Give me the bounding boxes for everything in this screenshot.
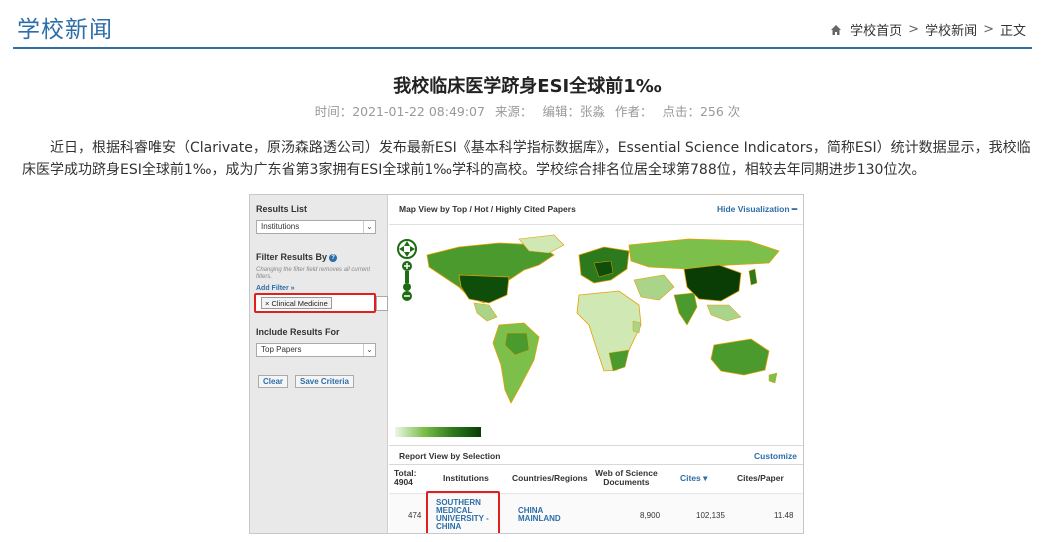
esi-screenshot: Results List Institutions ⌄ Filter Resul… — [249, 194, 804, 534]
meta-clicks: 点击：256 次 — [662, 104, 741, 119]
article-meta: 时间：2021-01-22 08:49:07 来源： 编辑：张淼 作者： 点击：… — [0, 101, 1055, 120]
clear-button[interactable]: Clear — [258, 375, 289, 388]
results-list-select[interactable]: Institutions ⌄ — [256, 220, 376, 234]
report-header: Report View by Selection Customize — [389, 445, 803, 465]
results-list-label: Results List — [256, 204, 308, 214]
home-icon — [831, 24, 842, 35]
filter-label: Filter Results By? — [256, 252, 338, 262]
row-rank: 474 — [408, 511, 422, 520]
filter-tag-clinical-medicine[interactable]: × Clinical Medicine — [261, 297, 332, 309]
customize-link[interactable]: Customize — [754, 451, 797, 461]
meta-editor: 编辑：张淼 — [542, 104, 605, 119]
section-title: 学校新闻 — [17, 17, 113, 43]
save-criteria-button[interactable]: Save Criteria — [295, 375, 354, 388]
col-cites[interactable]: Cites ▾ — [680, 474, 707, 483]
map-title: Map View by Top / Hot / Highly Cited Pap… — [399, 204, 576, 214]
row-cites: 102,135 — [696, 511, 725, 520]
article-body: 近日，根据科睿唯安（Clarivate，原汤森路透公司）发布最新ESI《基本科学… — [22, 140, 1031, 178]
report-title: Report View by Selection — [399, 451, 501, 461]
row-country-link[interactable]: CHINA MAINLAND — [518, 507, 561, 523]
meta-time: 时间：2021-01-22 08:49:07 — [314, 104, 485, 119]
world-map-graphic — [426, 234, 780, 404]
filter-label-text: Filter Results By — [256, 252, 328, 262]
filter-panel: Results List Institutions ⌄ Filter Resul… — [250, 195, 388, 533]
row-docs: 8,900 — [640, 511, 661, 520]
breadcrumb-separator: > — [908, 22, 920, 37]
include-select[interactable]: Top Papers ⌄ — [256, 343, 376, 357]
filter-note: Changing the filter field removes all cu… — [256, 267, 371, 280]
zoom-controls[interactable] — [397, 237, 417, 303]
breadcrumb-home[interactable]: 学校首页 — [850, 20, 902, 39]
col-total: Total: 4904 — [394, 468, 417, 487]
filter-input[interactable] — [376, 296, 388, 311]
breadcrumb: 学校首页 > 学校新闻 > 正文 — [830, 20, 1026, 39]
breadcrumb-separator: > — [983, 22, 994, 37]
col-institutions[interactable]: Institutions — [443, 474, 489, 483]
article-title: 我校临床医学跻身ESI全球前1‰ — [393, 76, 662, 97]
meta-source: 来源： — [494, 104, 533, 119]
page-header: 学校新闻 学校首页 > 学校新闻 > 正文 — [13, 0, 1032, 49]
chevron-down-icon: ⌄ — [363, 344, 375, 356]
meta-author: 作者： — [614, 104, 653, 119]
row-institution-link[interactable]: SOUTHERN MEDICAL UNIVERSITY - CHINA — [436, 499, 489, 531]
row-cites-per-paper: 11.48 — [774, 511, 794, 520]
results-list-value: Institutions — [261, 222, 300, 231]
map-legend-bar — [395, 427, 481, 437]
add-filter-link[interactable]: Add Filter » — [256, 285, 295, 292]
col-cites-per-paper[interactable]: Cites/Paper — [737, 474, 784, 483]
include-label: Include Results For — [256, 327, 340, 337]
filter-highlight-box: × Clinical Medicine — [254, 293, 376, 313]
breadcrumb-current: 正文 — [999, 24, 1026, 39]
col-countries[interactable]: Countries/Regions — [512, 474, 588, 483]
include-value: Top Papers — [261, 345, 302, 354]
col-wos-documents[interactable]: Web of Science Documents — [595, 469, 658, 487]
world-map[interactable] — [389, 225, 803, 445]
breadcrumb-news[interactable]: 学校新闻 — [925, 20, 977, 39]
chevron-down-icon: ⌄ — [363, 221, 375, 233]
help-icon[interactable]: ? — [329, 253, 338, 262]
map-header: Map View by Top / Hot / Highly Cited Pap… — [389, 195, 803, 225]
hide-visualization-link[interactable]: Hide Visualization ━ — [717, 204, 797, 215]
